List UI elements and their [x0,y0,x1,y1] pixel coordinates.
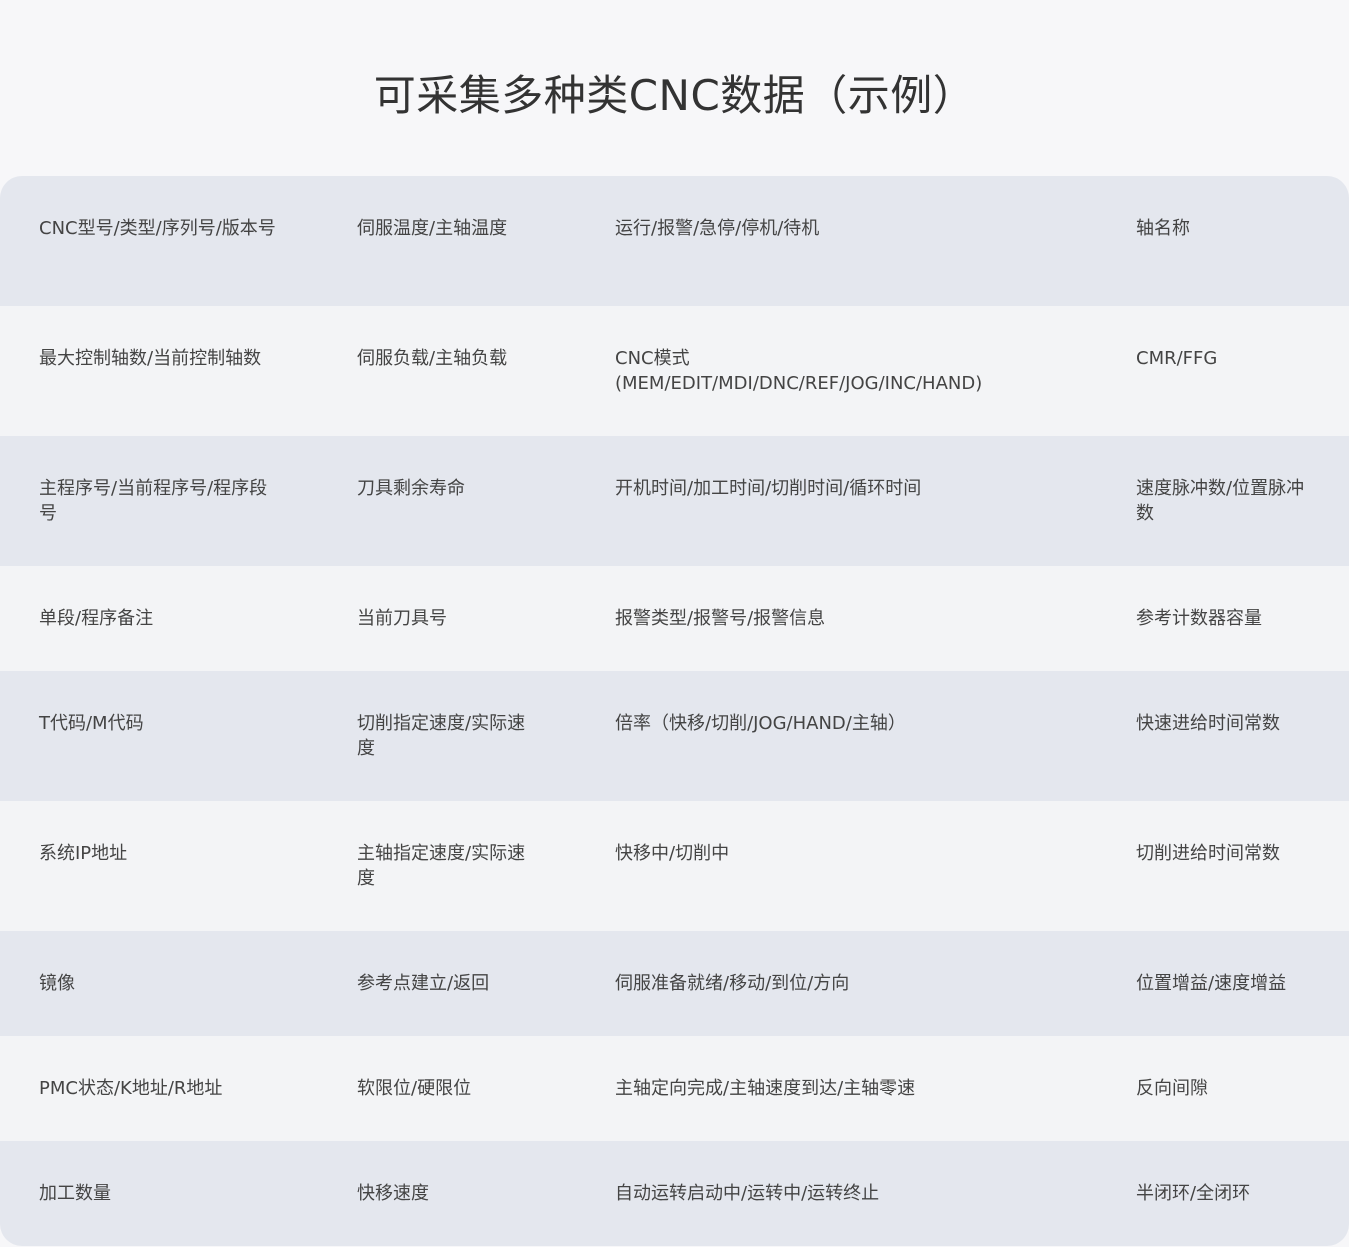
table-cell: 参考点建立/返回 [357,973,490,994]
table-cell: 参考计数器容量 [1136,608,1262,629]
table-cell: 伺服温度/主轴温度 [357,218,508,239]
table-cell: 快移中/切削中 [615,843,730,864]
table-cell: 位置增益/速度增益 [1136,973,1287,994]
table-cell: 速度脉冲数/位置脉冲数 [1136,478,1305,524]
table-cell: 快移速度 [357,1183,429,1204]
table-row: 系统IP地址 主轴指定速度/实际速度 快移中/切削中 切削进给时间常数 [0,801,1349,931]
table-row: PMC状态/K地址/R地址 软限位/硬限位 主轴定向完成/主轴速度到达/主轴零速… [0,1036,1349,1141]
table-cell: 伺服负载/主轴负载 [357,348,508,369]
table-cell: 切削指定速度/实际速度 [357,713,526,759]
table-cell: 轴名称 [1136,218,1190,239]
table-cell: 系统IP地址 [39,843,128,864]
table-cell: 软限位/硬限位 [357,1078,472,1099]
table-cell: CNC型号/类型/序列号/版本号 [39,218,276,239]
table-cell: PMC状态/K地址/R地址 [39,1078,223,1099]
table-row: T代码/M代码 切削指定速度/实际速度 倍率（快移/切削/JOG/HAND/主轴… [0,671,1349,801]
table-cell: 主轴指定速度/实际速度 [357,843,526,889]
table-cell: 加工数量 [39,1183,111,1204]
table-cell: 反向间隙 [1136,1078,1208,1099]
table-cell: 运行/报警/急停/停机/待机 [615,218,820,239]
table-cell: CMR/FFG [1136,348,1218,369]
table-row: 主程序号/当前程序号/程序段号 刀具剩余寿命 开机时间/加工时间/切削时间/循环… [0,436,1349,566]
table-cell: CNC模式(MEM/EDIT/MDI/DNC/REF/JOG/INC/HAND) [615,348,983,394]
table-cell: 倍率（快移/切削/JOG/HAND/主轴） [615,713,906,734]
table-cell: 主程序号/当前程序号/程序段号 [39,478,268,524]
cnc-data-table: CNC型号/类型/序列号/版本号 伺服温度/主轴温度 运行/报警/急停/停机/待… [0,176,1349,1246]
table-row: 单段/程序备注 当前刀具号 报警类型/报警号/报警信息 参考计数器容量 [0,566,1349,671]
table-row: 最大控制轴数/当前控制轴数 伺服负载/主轴负载 CNC模式(MEM/EDIT/M… [0,306,1349,436]
table-row: 镜像 参考点建立/返回 伺服准备就绪/移动/到位/方向 位置增益/速度增益 [0,931,1349,1036]
table-cell: 半闭环/全闭环 [1136,1183,1251,1204]
table-cell: T代码/M代码 [39,713,144,734]
table-cell: 伺服准备就绪/移动/到位/方向 [615,973,850,994]
table-cell: 切削进给时间常数 [1136,843,1280,864]
table-cell: 刀具剩余寿命 [357,478,465,499]
table-row: CNC型号/类型/序列号/版本号 伺服温度/主轴温度 运行/报警/急停/停机/待… [0,176,1349,306]
table-cell: 自动运转启动中/运转中/运转终止 [615,1183,880,1204]
table-cell: 主轴定向完成/主轴速度到达/主轴零速 [615,1078,916,1099]
page-title: 可采集多种类CNC数据（示例） [373,71,976,120]
table-cell: 最大控制轴数/当前控制轴数 [39,348,262,369]
table-cell: 快速进给时间常数 [1136,713,1280,734]
table-cell: 当前刀具号 [357,608,447,629]
table-cell: 镜像 [39,973,75,994]
table-cell: 报警类型/报警号/报警信息 [615,608,826,629]
table-cell: 单段/程序备注 [39,608,154,629]
table-row: 加工数量 快移速度 自动运转启动中/运转中/运转终止 半闭环/全闭环 [0,1141,1349,1246]
table-cell: 开机时间/加工时间/切削时间/循环时间 [615,478,922,499]
